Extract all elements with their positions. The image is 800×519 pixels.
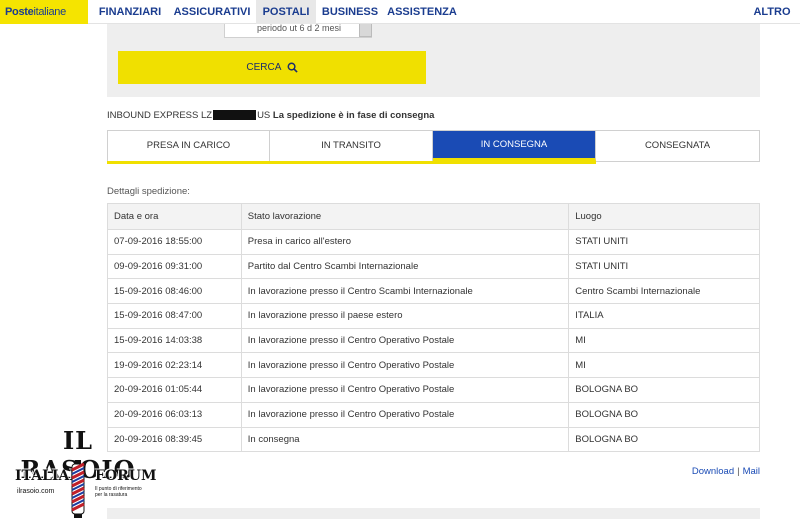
cell-status: In lavorazione presso il Centro Operativ… (240, 401, 570, 428)
shipment-status-line: INBOUND EXPRESS LZ US La spedizione è in … (107, 110, 434, 121)
cell-place: STATI UNITI (568, 229, 760, 255)
table-row: 15-09-2016 08:46:00 In lavorazione presso… (107, 278, 760, 305)
cell-status: In lavorazione presso il Centro Scambi I… (240, 278, 570, 305)
cell-date: 09-09-2016 09:31:00 (107, 253, 242, 280)
cell-place: BOLOGNA BO (568, 426, 760, 453)
export-links: Download | Mail (692, 466, 760, 477)
progress-steps: PRESA IN CARICO IN TRANSITO IN CONSEGNA … (107, 130, 760, 162)
cell-place: MI (568, 327, 760, 354)
column-header-date: Data e ora (107, 203, 242, 230)
details-table: Data e ora Stato lavorazione Luogo 07-09… (107, 203, 760, 453)
nav-assistenza[interactable]: ASSISTENZA (384, 0, 460, 24)
watermark-subtitle: Il punto di riferimento per la rasatura (95, 486, 142, 498)
cell-place: Centro Scambi Internazionale (568, 278, 760, 305)
poste-italiane-logo[interactable]: Posteitaliane (0, 0, 88, 24)
table-row: 20-09-2016 01:05:44 In lavorazione presso… (107, 377, 760, 403)
shipment-code-suffix: US (257, 110, 271, 121)
cell-status: In lavorazione presso il Centro Operativ… (240, 327, 570, 354)
watermark-site: ilrasoio.com (17, 488, 55, 495)
download-link[interactable]: Download (692, 466, 734, 477)
cell-date: 15-09-2016 08:47:00 (107, 303, 242, 329)
cell-place: MI (568, 352, 760, 379)
nav-business[interactable]: BUSINESS (318, 0, 382, 24)
cell-date: 20-09-2016 01:05:44 (107, 377, 242, 403)
cell-status: In lavorazione presso il Centro Operativ… (240, 377, 570, 403)
cell-status: Presa in carico all'estero (240, 229, 570, 255)
cerca-label: CERCA (246, 62, 281, 73)
table-row: 15-09-2016 14:03:38 In lavorazione presso… (107, 327, 760, 354)
table-row: 07-09-2016 18:55:00 Presa in carico all'e… (107, 229, 760, 255)
logo-bold: Poste (5, 6, 34, 18)
nav-altro[interactable]: ALTRO (752, 0, 792, 24)
table-header-row: Data e ora Stato lavorazione Luogo (107, 203, 760, 230)
logo-rest: italiane (33, 6, 66, 18)
cell-place: BOLOGNA BO (568, 401, 760, 428)
barber-pole-icon (71, 460, 85, 518)
search-icon (287, 62, 298, 73)
nav-finanziari[interactable]: FINANZIARI (92, 0, 168, 24)
nav-postali[interactable]: POSTALI (256, 0, 316, 24)
cell-date: 19-09-2016 02:23:14 (107, 352, 242, 379)
top-navigation: Posteitaliane FINANZIARI ASSICURATIVI PO… (0, 0, 800, 24)
shipment-status-message: La spedizione è in fase di consegna (272, 110, 435, 121)
column-header-status: Stato lavorazione (240, 203, 570, 230)
cell-place: ITALIA (568, 303, 760, 329)
cell-status: Partito dal Centro Scambi Internazionale (240, 253, 570, 280)
table-row: 15-09-2016 08:47:00 In lavorazione presso… (107, 303, 760, 329)
periodo-dropdown-button[interactable] (359, 24, 372, 37)
details-title: Dettagli spedizione: (107, 186, 190, 197)
step-consegnata: CONSEGNATA (644, 140, 711, 151)
cell-status: In consegna (240, 426, 570, 453)
link-separator: | (737, 466, 740, 477)
il-rasoio-watermark: IL RASOIO ITALIAN FORUM ilrasoio.com Il … (3, 424, 157, 519)
step-in-consegna: IN CONSEGNA (433, 131, 596, 161)
nav-assicurativi[interactable]: ASSICURATIVI (170, 0, 254, 24)
periodo-select[interactable]: periodo ut 6 d 2 mesi (224, 24, 372, 38)
table-row: 09-09-2016 09:31:00 Partito dal Centro Sc… (107, 253, 760, 280)
mail-link[interactable]: Mail (743, 466, 760, 477)
column-header-place: Luogo (568, 203, 760, 230)
shipment-code-prefix: INBOUND EXPRESS LZ (107, 110, 213, 121)
cell-date: 15-09-2016 08:46:00 (107, 278, 242, 305)
cell-status: In lavorazione presso il paese estero (240, 303, 570, 329)
table-row: 19-09-2016 02:23:14 In lavorazione presso… (107, 352, 760, 379)
bottom-panel (107, 508, 760, 519)
step-in-transito: IN TRANSITO (270, 131, 433, 161)
table-row: 20-09-2016 08:39:45 In consegna BOLOGNA BO (107, 426, 760, 453)
cerca-button[interactable]: CERCA (118, 51, 426, 84)
cell-date: 07-09-2016 18:55:00 (107, 229, 242, 255)
table-row: 20-09-2016 06:03:13 In lavorazione presso… (107, 401, 760, 428)
progress-bar (107, 161, 596, 164)
step-presa-in-carico: PRESA IN CARICO (108, 131, 270, 161)
cell-date: 15-09-2016 14:03:38 (107, 327, 242, 354)
cell-place: STATI UNITI (568, 253, 760, 280)
redacted-code (213, 110, 257, 121)
watermark-forum: FORUM (95, 468, 157, 484)
cell-status: In lavorazione presso il Centro Operativ… (240, 352, 570, 379)
cell-place: BOLOGNA BO (568, 377, 760, 403)
